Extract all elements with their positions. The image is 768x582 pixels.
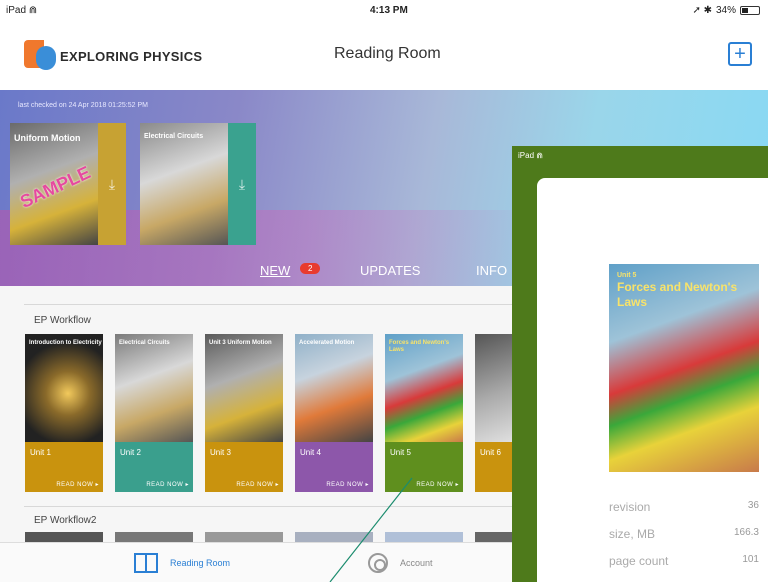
book-detail-overlay: iPad ⋒ Unit 5 Forces and Newton's Laws r… xyxy=(512,146,768,582)
open-book-icon xyxy=(134,553,158,573)
book-card-unit-5[interactable]: Forces and Newton's Laws Unit 5 READ NOW… xyxy=(385,334,463,492)
cover-title: Forces and Newton's Laws xyxy=(389,340,450,354)
download-button[interactable]: ⤓ xyxy=(228,123,256,245)
read-now-link[interactable]: READ NOW ▸ xyxy=(56,481,99,488)
book-card-unit-4[interactable]: Accelerated Motion Unit 4 READ NOW ▸ xyxy=(295,334,373,492)
gear-icon xyxy=(368,553,388,573)
last-checked-text: last checked on 24 Apr 2018 01:25:52 PM xyxy=(18,102,148,109)
cover-title: Electrical Circuits xyxy=(119,340,170,346)
book-card-unit-3[interactable]: Unit 3 Uniform Motion Unit 3 READ NOW ▸ xyxy=(205,334,283,492)
battery-percent: 34% xyxy=(715,5,736,16)
segment-control: NEW 2 UPDATES INFO xyxy=(0,258,512,286)
plus-icon: + xyxy=(734,43,746,65)
divider xyxy=(24,304,512,305)
book-card-peek[interactable] xyxy=(115,532,193,542)
section-title: EP Workflow xyxy=(34,315,91,326)
book-card-peek[interactable] xyxy=(295,532,373,542)
unit-label: Unit 3 xyxy=(210,448,231,457)
status-right: ➚ ✱ 34% xyxy=(692,5,760,16)
book-card-unit-1[interactable]: Introduction to Electricity Unit 1 READ … xyxy=(25,334,103,492)
tab-reading-room[interactable]: Reading Room xyxy=(134,553,230,573)
book-card-unit-2[interactable]: Electrical Circuits Unit 2 READ NOW ▸ xyxy=(115,334,193,492)
book-card-peek[interactable] xyxy=(25,532,103,542)
unit-label: Unit 4 xyxy=(300,448,321,457)
add-button[interactable]: + xyxy=(728,42,752,66)
tab-label: Reading Room xyxy=(170,558,231,568)
book-card-peek[interactable] xyxy=(475,532,512,542)
book-cover: Forces and Newton's Laws xyxy=(385,334,463,442)
battery-icon xyxy=(740,6,760,15)
cover-title: Unit 5 Forces and Newton's Laws xyxy=(617,272,738,309)
new-count-badge: 2 xyxy=(300,263,321,274)
detail-book-cover[interactable]: Unit 5 Forces and Newton's Laws xyxy=(609,264,759,472)
tab-bar: Reading Room Account xyxy=(0,542,512,582)
cover-title: Introduction to Electricity xyxy=(29,340,102,346)
section-title: EP Workflow2 xyxy=(34,515,97,526)
logo-icon xyxy=(24,40,56,72)
download-icon: ⤓ xyxy=(108,175,116,192)
cover-title: Uniform Motion xyxy=(14,133,81,143)
book-footer: Unit 6 xyxy=(475,442,512,492)
book-cover: Accelerated Motion xyxy=(295,334,373,442)
book-cover: Unit 3 Uniform Motion xyxy=(205,334,283,442)
book-footer: Unit 5 READ NOW ▸ xyxy=(385,442,463,492)
book-cover: Electrical Circuits xyxy=(140,123,228,245)
status-bar: iPad ⋒ 4:13 PM ➚ ✱ 34% xyxy=(0,0,768,22)
book-footer: Unit 4 READ NOW ▸ xyxy=(295,442,373,492)
tab-account[interactable]: Account xyxy=(368,553,433,573)
read-now-link[interactable]: READ NOW ▸ xyxy=(416,481,459,488)
detail-sheet: Unit 5 Forces and Newton's Laws revision… xyxy=(537,178,768,582)
divider xyxy=(24,506,512,507)
meta-size: size, MB 166.3 xyxy=(609,527,759,541)
cover-title: Electrical Circuits xyxy=(144,133,204,140)
overlay-status: iPad ⋒ xyxy=(518,151,543,160)
tab-updates[interactable]: UPDATES xyxy=(360,263,420,278)
download-icon: ⤓ xyxy=(238,175,246,192)
app-logo: EXPLORING PHYSICS xyxy=(24,40,202,72)
library-content[interactable]: EP Workflow Introduction to Electricity … xyxy=(0,286,512,542)
read-now-link[interactable]: READ NOW ▸ xyxy=(326,481,369,488)
cover-title: Accelerated Motion xyxy=(299,340,355,346)
nav-bar: EXPLORING PHYSICS Reading Room + xyxy=(0,22,768,90)
meta-page-count: page count 101 xyxy=(609,554,759,568)
download-button[interactable]: ⤓ xyxy=(98,123,126,245)
tab-label: Account xyxy=(400,558,433,568)
cover-title: Unit 3 Uniform Motion xyxy=(209,340,272,346)
tab-new[interactable]: NEW xyxy=(260,263,290,278)
book-card-peek[interactable] xyxy=(205,532,283,542)
unit-label: Unit 1 xyxy=(30,448,51,457)
status-time: 4:13 PM xyxy=(370,5,408,16)
unit-label: Unit 6 xyxy=(480,448,501,457)
book-cover: Uniform Motion SAMPLE xyxy=(10,123,98,245)
book-footer: Unit 3 READ NOW ▸ xyxy=(205,442,283,492)
meta-revision: revision 36 xyxy=(609,500,759,514)
tab-info[interactable]: INFO xyxy=(476,263,507,278)
page-title: Reading Room xyxy=(334,45,441,62)
device-label: iPad ⋒ xyxy=(6,5,38,16)
book-cover: Electrical Circuits xyxy=(115,334,193,442)
unit-label: Unit 5 xyxy=(390,448,411,457)
hero-book-electrical-circuits[interactable]: Electrical Circuits ⤓ xyxy=(140,123,256,245)
book-cover xyxy=(475,334,512,442)
read-now-link[interactable]: READ NOW ▸ xyxy=(236,481,279,488)
read-now-link[interactable]: READ NOW ▸ xyxy=(146,481,189,488)
book-footer: Unit 1 READ NOW ▸ xyxy=(25,442,103,492)
unit-label: Unit 2 xyxy=(120,448,141,457)
book-cover: Introduction to Electricity xyxy=(25,334,103,442)
book-footer: Unit 2 READ NOW ▸ xyxy=(115,442,193,492)
book-card-unit-6[interactable]: Unit 6 xyxy=(475,334,512,492)
hero-book-uniform-motion[interactable]: Uniform Motion SAMPLE ⤓ xyxy=(10,123,126,245)
sample-watermark: SAMPLE xyxy=(17,162,94,212)
brand-name: EXPLORING PHYSICS xyxy=(60,48,203,64)
book-card-peek[interactable] xyxy=(385,532,463,542)
